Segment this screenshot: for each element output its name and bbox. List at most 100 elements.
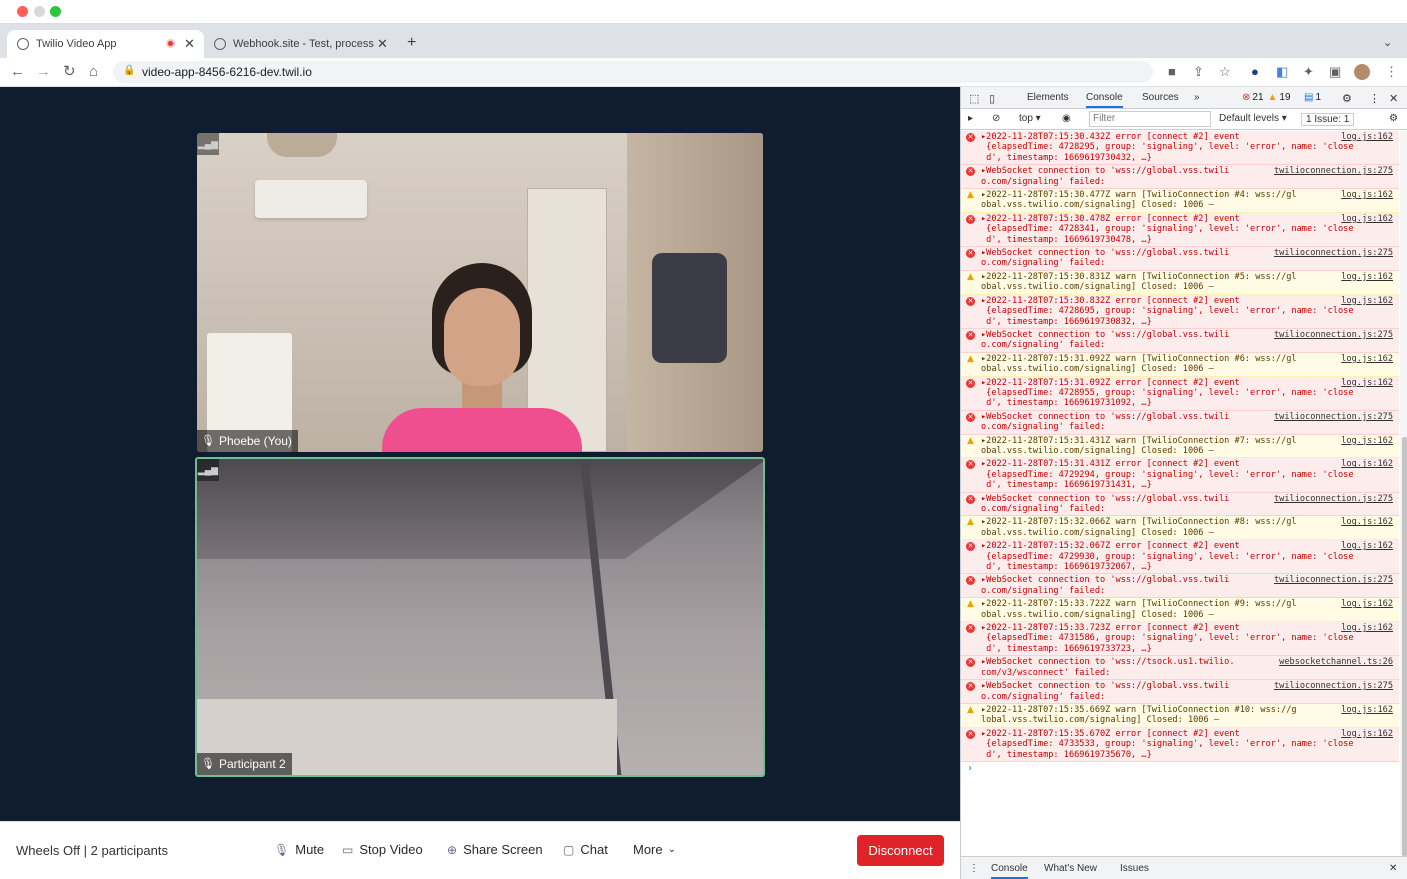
new-tab-button[interactable]: + [407, 34, 416, 52]
close-tab-icon[interactable]: ✕ [184, 36, 195, 52]
console-error-row[interactable]: ✕ ▸2022-11-28T07:15:32.067Z error [connec… [961, 540, 1399, 575]
share-screen-button[interactable]: ⊕ Share Screen [447, 842, 543, 857]
source-link[interactable]: log.js:162 [1341, 623, 1393, 633]
source-link[interactable]: twilioconnection.js:275 [1274, 412, 1393, 422]
chat-button[interactable]: ▢ Chat [563, 842, 608, 857]
console-error-row[interactable]: ✕ ▸2022-11-28T07:15:30.478Z error [connec… [961, 212, 1399, 248]
console-warning-row[interactable]: ▲ ▸2022-11-28T07:15:30.831Z warn [TwilioC… [961, 270, 1399, 295]
source-link[interactable]: log.js:162 [1341, 436, 1393, 446]
source-link[interactable]: twilioconnection.js:275 [1274, 166, 1393, 176]
console-error-row[interactable]: ✕ ▸2022-11-28T07:15:35.670Z error [connec… [961, 727, 1399, 762]
source-link[interactable]: log.js:162 [1341, 705, 1393, 715]
profile-avatar[interactable] [1354, 64, 1370, 80]
message-count-badge[interactable]: ▤ 1 [1304, 92, 1321, 103]
disconnect-button[interactable]: Disconnect [857, 835, 944, 866]
reload-icon[interactable]: ↻ [63, 63, 76, 81]
clear-console-icon[interactable]: ⊘ [992, 113, 1000, 124]
settings-gear-icon[interactable]: ⚙ [1342, 92, 1352, 105]
back-arrow-icon[interactable]: ← [10, 63, 25, 81]
extension-o-icon[interactable]: ● [1251, 64, 1259, 80]
drawer-tab-whats-new[interactable]: What's New [1044, 863, 1097, 874]
device-toolbar-icon[interactable]: ▯ [989, 92, 995, 105]
drawer-tab-console[interactable]: Console [991, 863, 1028, 879]
console-error-row[interactable]: ✕ ▸WebSocket connection to 'wss://global.… [961, 492, 1399, 517]
console-error-row[interactable]: ✕ ▸2022-11-28T07:15:33.723Z error [connec… [961, 622, 1399, 657]
tab-sources[interactable]: Sources [1142, 92, 1179, 103]
source-link[interactable]: log.js:162 [1341, 517, 1393, 527]
bookmark-star-icon[interactable]: ☆ [1219, 64, 1231, 80]
forward-arrow-icon[interactable]: → [36, 63, 51, 81]
home-icon[interactable]: ⌂ [89, 63, 98, 81]
camera-in-use-icon[interactable]: ■ [1168, 64, 1176, 80]
inspect-element-icon[interactable]: ⬚ [969, 92, 979, 105]
console-settings-gear-icon[interactable]: ⚙ [1389, 113, 1398, 124]
source-link[interactable]: log.js:162 [1341, 296, 1393, 306]
console-warning-row[interactable]: ▲ ▸2022-11-28T07:15:31.431Z warn [TwilioC… [961, 434, 1399, 459]
error-count-badge[interactable]: ⊗ 21 ▲ 19 [1242, 92, 1291, 103]
close-tab-icon[interactable]: ✕ [377, 36, 388, 52]
context-select[interactable]: top ▾ [1019, 113, 1041, 124]
side-panel-icon[interactable]: ▣ [1329, 64, 1341, 80]
console-error-row[interactable]: ✕ ▸2022-11-28T07:15:30.832Z error [connec… [961, 294, 1399, 329]
drawer-menu-icon[interactable]: ⋮ [969, 863, 979, 874]
source-link[interactable]: twilioconnection.js:275 [1274, 575, 1393, 585]
source-link[interactable]: log.js:162 [1341, 459, 1393, 469]
console-error-row[interactable]: ✕ ▸2022-11-28T07:15:31.092Z error [connec… [961, 376, 1399, 411]
console-error-row[interactable]: ✕ ▸WebSocket connection to 'wss://global.… [961, 410, 1399, 435]
address-bar[interactable]: 🔒 video-app-8456-6216-dev.twil.io [113, 61, 1153, 83]
source-link[interactable]: log.js:162 [1341, 599, 1393, 609]
console-scrollbar-thumb[interactable] [1402, 437, 1407, 857]
source-link[interactable]: websocketchannel.ts:26 [1279, 657, 1393, 667]
console-warning-row[interactable]: ▲ ▸2022-11-28T07:15:31.092Z warn [TwilioC… [961, 352, 1399, 377]
console-prompt[interactable]: › [961, 762, 1399, 776]
source-link[interactable]: log.js:162 [1341, 729, 1393, 739]
eye-icon[interactable]: ◉ [1062, 113, 1071, 124]
extensions-puzzle-icon[interactable]: ✦ [1303, 64, 1314, 80]
source-link[interactable]: log.js:162 [1341, 214, 1393, 224]
source-link[interactable]: log.js:162 [1341, 190, 1393, 200]
drawer-tab-issues[interactable]: Issues [1120, 863, 1149, 874]
tab-webhook-site[interactable]: Webhook.site - Test, process a ✕ [204, 30, 394, 58]
stop-video-button[interactable]: ▭ Stop Video [342, 842, 423, 857]
source-link[interactable]: twilioconnection.js:275 [1274, 248, 1393, 258]
minimize-window-button[interactable] [34, 6, 45, 17]
console-warning-row[interactable]: ▲ ▸2022-11-28T07:15:35.669Z warn [TwilioC… [961, 703, 1399, 728]
menu-dots-icon[interactable]: ⋮ [1369, 92, 1380, 105]
close-window-button[interactable] [17, 6, 28, 17]
tab-twilio-video[interactable]: Twilio Video App ✕ [7, 30, 204, 58]
console-error-row[interactable]: ✕ ▸WebSocket connection to 'wss://tsock.u… [961, 656, 1399, 681]
tab-console[interactable]: Console [1086, 92, 1123, 108]
menu-dots-icon[interactable]: ⋮ [1385, 64, 1398, 80]
mute-button[interactable]: 🎙 Mute [274, 842, 324, 857]
log-levels-select[interactable]: Default levels ▾ [1219, 113, 1287, 124]
more-button[interactable]: More ⌄ [633, 842, 676, 857]
translate-extension-icon[interactable]: ◧ [1276, 64, 1288, 80]
console-error-row[interactable]: ✕ ▸2022-11-28T07:15:31.431Z error [connec… [961, 458, 1399, 493]
close-drawer-icon[interactable]: ✕ [1389, 863, 1397, 874]
more-tabs-button[interactable]: » [1194, 92, 1200, 103]
console-error-row[interactable]: ✕ ▸WebSocket connection to 'wss://global.… [961, 574, 1399, 599]
source-link[interactable]: log.js:162 [1341, 354, 1393, 364]
console-error-row[interactable]: ✕ ▸WebSocket connection to 'wss://global.… [961, 165, 1399, 190]
issues-button[interactable]: 1 Issue: 1 [1301, 113, 1355, 126]
console-error-row[interactable]: ✕ ▸WebSocket connection to 'wss://global.… [961, 328, 1399, 353]
zoom-window-button[interactable] [50, 6, 61, 17]
tab-elements[interactable]: Elements [1027, 92, 1069, 103]
close-devtools-icon[interactable]: ✕ [1389, 92, 1398, 105]
console-warning-row[interactable]: ▲ ▸2022-11-28T07:15:33.722Z warn [TwilioC… [961, 598, 1399, 623]
source-link[interactable]: twilioconnection.js:275 [1274, 681, 1393, 691]
tab-search-icon[interactable]: ⌄ [1383, 36, 1392, 49]
console-error-row[interactable]: ✕ ▸WebSocket connection to 'wss://global.… [961, 247, 1399, 271]
source-link[interactable]: log.js:162 [1341, 541, 1393, 551]
source-link[interactable]: log.js:162 [1341, 378, 1393, 388]
source-link[interactable]: log.js:162 [1341, 272, 1393, 282]
share-icon[interactable]: ⇪ [1193, 64, 1204, 80]
source-link[interactable]: twilioconnection.js:275 [1274, 330, 1393, 340]
console-error-row[interactable]: ✕ ▸2022-11-28T07:15:30.432Z error [connec… [961, 131, 1399, 166]
participant-tile-remote[interactable]: ▂▄▆ 🎙 Participant 2 [195, 457, 765, 777]
participant-tile-local[interactable]: ▂▄▆ 🎙 Phoebe (You) [197, 133, 763, 452]
console-warning-row[interactable]: ▲ ▸2022-11-28T07:15:30.477Z warn [TwilioC… [961, 189, 1399, 213]
source-link[interactable]: log.js:162 [1341, 132, 1393, 142]
filter-input[interactable]: Filter [1089, 111, 1211, 127]
console-error-row[interactable]: ✕ ▸WebSocket connection to 'wss://global.… [961, 680, 1399, 704]
